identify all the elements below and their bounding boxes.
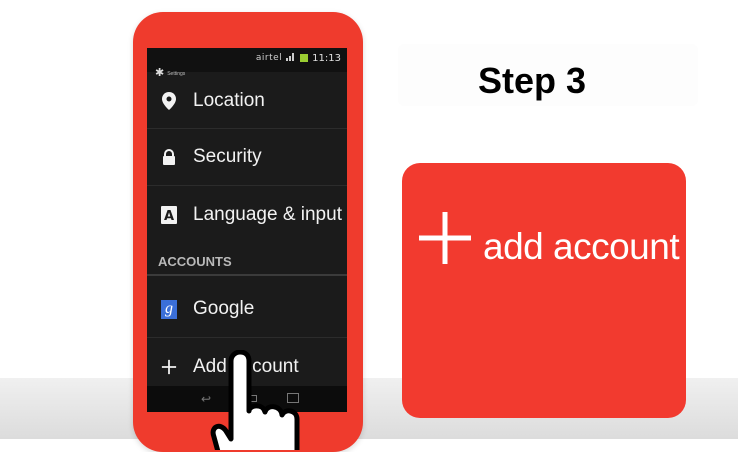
divider <box>147 337 347 338</box>
divider <box>147 128 347 129</box>
carrier-label: airtel <box>255 53 283 63</box>
clock: 11:13 <box>312 52 341 64</box>
section-header-accounts: ACCOUNTS <box>158 254 232 269</box>
pointing-hand-icon <box>210 350 300 450</box>
account-item-google[interactable]: g Google <box>147 294 347 324</box>
plus-icon <box>419 212 471 264</box>
divider <box>147 185 347 186</box>
account-item-label: Google <box>193 298 255 319</box>
lock-icon <box>161 148 177 166</box>
add-account-callout <box>402 163 686 418</box>
settings-item-label: Location <box>193 90 265 111</box>
add-account-label: add account <box>483 226 680 267</box>
settings-item-location[interactable]: Location <box>147 86 347 116</box>
keyboard-a-icon: A <box>161 206 177 224</box>
location-pin-icon <box>161 92 177 110</box>
screen-title: Settings <box>167 70 186 77</box>
settings-item-language[interactable]: A Language & input <box>147 200 347 230</box>
signal-icon <box>286 52 296 64</box>
section-divider <box>147 274 347 276</box>
plus-icon <box>161 358 177 376</box>
battery-icon <box>300 54 309 62</box>
svg-text:A: A <box>164 209 174 224</box>
settings-item-security[interactable]: Security <box>147 142 347 172</box>
settings-item-label: Language & input <box>193 204 342 225</box>
gear-icon: ✱ <box>155 67 165 79</box>
step-title: Step 3 <box>478 60 587 101</box>
settings-item-label: Security <box>193 146 262 167</box>
google-g-icon: g <box>161 299 177 319</box>
app-title: ✱ Settings <box>155 68 185 79</box>
